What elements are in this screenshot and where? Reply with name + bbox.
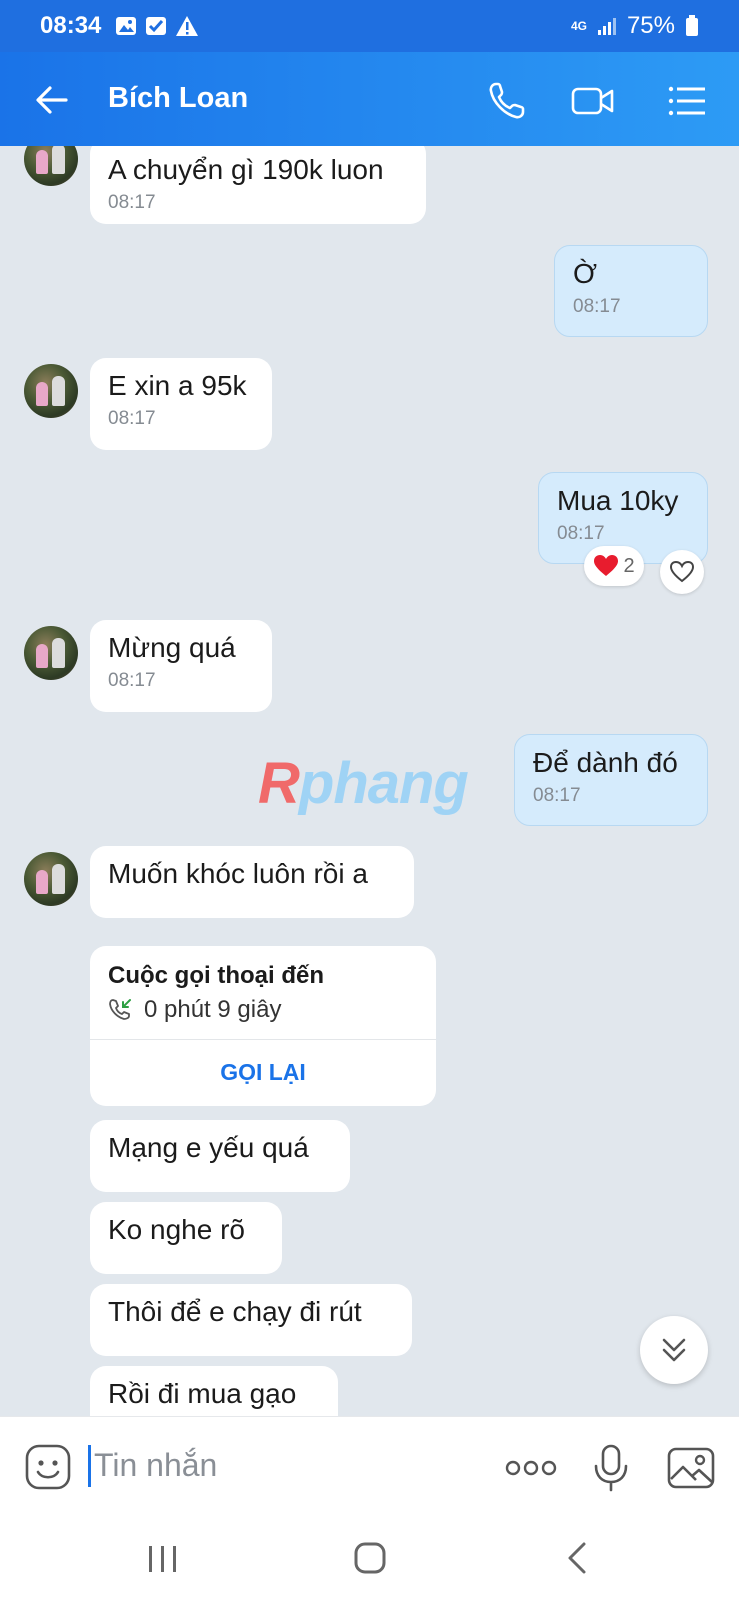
message-bubble-incoming[interactable]: E xin a 95k 08:17 xyxy=(90,358,272,450)
message-text: Để dành đó xyxy=(533,747,678,778)
phone-call-icon[interactable] xyxy=(484,78,530,124)
double-chevron-down-icon xyxy=(662,1338,686,1362)
heart-outline-icon xyxy=(669,560,695,583)
more-options-icon[interactable] xyxy=(504,1443,558,1493)
add-reaction-button[interactable] xyxy=(660,550,704,594)
message-text: A chuyển gì 190k luon xyxy=(108,154,384,185)
message-text: Thôi để e chạy đi rút xyxy=(108,1296,362,1327)
recent-apps-icon[interactable] xyxy=(143,1538,183,1578)
call-back-button[interactable]: GỌI LẠI xyxy=(90,1039,436,1106)
network-type: 4G xyxy=(570,18,587,33)
chat-header: Bích Loan xyxy=(0,52,739,146)
warning-icon xyxy=(176,16,199,36)
home-icon[interactable] xyxy=(350,1538,390,1578)
message-text: Mua 10ky xyxy=(557,485,679,516)
microphone-icon[interactable] xyxy=(586,1443,636,1493)
message-bubble-incoming[interactable]: Mạng e yếu quá xyxy=(90,1120,350,1192)
back-nav-icon[interactable] xyxy=(558,1538,598,1578)
message-text: Mừng quá xyxy=(108,632,236,663)
system-navigation-bar xyxy=(0,1516,739,1600)
call-card-duration-row: 0 phút 9 giây xyxy=(108,996,281,1024)
video-call-icon[interactable] xyxy=(570,78,616,124)
text-cursor xyxy=(88,1445,91,1487)
message-time: 08:17 xyxy=(108,670,156,691)
notification-icons xyxy=(115,15,199,37)
message-bubble-outgoing[interactable]: Ờ 08:17 xyxy=(554,245,708,337)
message-text: Muốn khóc luôn rồi a xyxy=(108,858,368,889)
heart-reaction-icon xyxy=(594,555,619,576)
contact-avatar[interactable] xyxy=(24,626,78,680)
message-time: 08:17 xyxy=(557,523,605,544)
incoming-call-icon xyxy=(109,999,131,1020)
gallery-icon xyxy=(116,17,137,35)
watermark-logo: Rphang xyxy=(258,751,469,816)
back-arrow-icon[interactable] xyxy=(32,80,72,120)
message-time: 08:17 xyxy=(108,408,156,429)
image-gallery-icon[interactable] xyxy=(666,1443,716,1493)
message-input[interactable]: Tin nhắn xyxy=(94,1447,217,1484)
reaction-count: 2 xyxy=(623,554,635,577)
status-bar: 08:34 4G 75% xyxy=(0,0,739,52)
menu-list-icon[interactable] xyxy=(664,78,710,124)
incoming-call-card: Cuộc gọi thoại đến 0 phút 9 giây GỌI LẠI xyxy=(90,946,436,1106)
message-input-bar: Tin nhắn xyxy=(0,1416,739,1517)
call-duration: 0 phút 9 giây xyxy=(144,996,282,1023)
contact-name[interactable]: Bích Loan xyxy=(108,82,248,115)
message-bubble-incoming[interactable]: Muốn khóc luôn rồi a xyxy=(90,846,414,918)
message-list[interactable]: A chuyển gì 190k luon 08:17 Ờ 08:17 E xi… xyxy=(0,146,739,1416)
signal-icon xyxy=(597,18,616,35)
battery-percent: 75% xyxy=(626,12,675,39)
message-time: 08:17 xyxy=(533,785,581,806)
message-time: 08:17 xyxy=(573,296,621,317)
contact-avatar[interactable] xyxy=(24,852,78,906)
status-time: 08:34 xyxy=(40,12,102,39)
message-text: Mạng e yếu quá xyxy=(108,1132,309,1163)
contact-avatar[interactable] xyxy=(24,146,78,186)
battery-icon xyxy=(686,15,698,36)
message-text: Rồi đi mua gạo xyxy=(108,1378,297,1409)
contact-avatar[interactable] xyxy=(24,364,78,418)
sticker-emoji-icon[interactable] xyxy=(24,1443,72,1491)
call-card-title: Cuộc gọi thoại đến xyxy=(108,962,324,989)
message-text: Ờ xyxy=(573,258,598,289)
reaction-summary[interactable]: 2 xyxy=(584,546,644,586)
message-bubble-outgoing[interactable]: Để dành đó 08:17 xyxy=(514,734,708,826)
message-time: 08:17 xyxy=(108,192,156,213)
message-text: E xin a 95k xyxy=(108,370,247,401)
message-bubble-incoming[interactable]: Ko nghe rõ xyxy=(90,1202,282,1274)
check-icon xyxy=(146,17,167,35)
scroll-to-bottom-button[interactable] xyxy=(640,1316,708,1384)
message-bubble-incoming[interactable]: A chuyển gì 190k luon 08:17 xyxy=(90,146,426,224)
message-bubble-incoming[interactable]: Mừng quá 08:17 xyxy=(90,620,272,712)
message-bubble-incoming[interactable]: Thôi để e chạy đi rút xyxy=(90,1284,412,1356)
message-text: Ko nghe rõ xyxy=(108,1214,245,1245)
message-bubble-incoming[interactable]: Rồi đi mua gạo xyxy=(90,1366,338,1416)
